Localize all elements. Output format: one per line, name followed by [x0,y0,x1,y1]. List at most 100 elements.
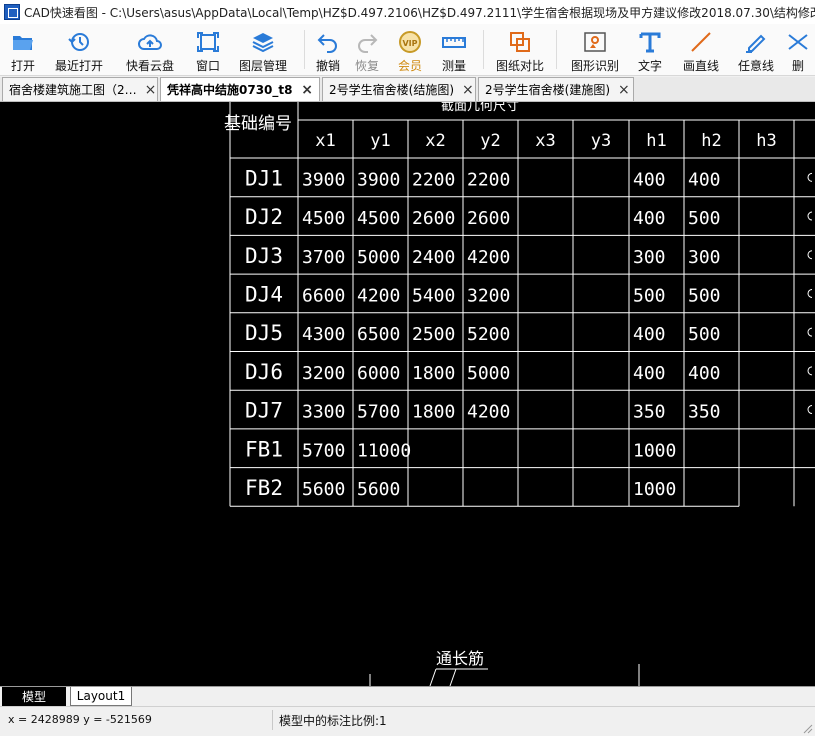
layers-icon [252,33,274,53]
foundation-id: DJ6 [245,360,283,384]
cad-drawing: 截面几何尺寸基础编号 x1 y1 x2 y2 x3 y3 h1 h2 h3 DJ1 3900 3900 2… [224,102,815,686]
compare-label: 图纸对比 [495,59,544,73]
dimension-value: 350 [688,402,721,423]
open-label: 打开 [10,59,35,73]
toolbar-divider [556,30,557,69]
cloud-label: 快看云盘 [125,59,174,73]
vip-label: 会员 [397,59,422,73]
tab-dorm2-structure[interactable]: 2号学生宿舍楼(结施图) × [322,77,476,101]
foundation-id: DJ7 [245,399,283,423]
column-header: y1 [370,131,390,151]
dimension-value: 5700 [302,440,345,461]
recent-button[interactable]: 最近打开 [46,24,112,75]
dimension-value: 350 [633,402,666,423]
dimension-value: 2200 [412,169,455,190]
title-bar: CAD快速看图 - C:\Users\asus\AppData\Local\Te… [0,0,815,24]
dimension-value: 5700 [357,402,400,423]
window-button[interactable]: 窗口 [188,24,228,75]
layers-button[interactable]: 图层管理 [228,24,298,75]
foundation-id: DJ3 [245,244,283,268]
foundation-id: DJ5 [245,321,283,345]
freehand-button[interactable]: 任意线 [729,24,783,75]
vip-button[interactable]: VIP 会员 [389,24,431,75]
delete-button[interactable]: 删 [783,24,813,75]
tab-model[interactable]: 模型 [2,687,66,706]
annotation-scale: 模型中的标注比例:1 [279,714,387,728]
status-bar: x = 2428989 y = -521569 模型中的标注比例:1 [0,706,815,736]
recognize-button[interactable]: 图形识别 [563,24,627,75]
drawing-canvas[interactable]: 截面几何尺寸 基础编号 x1 y1 x2 y2 x3 y3 h1 h2 h3 DJ1 3900 3900 2… [0,102,815,686]
close-icon[interactable]: × [145,82,157,98]
column-header: y3 [591,131,611,151]
resize-grip-icon[interactable] [803,724,813,734]
compare-icon [510,32,530,52]
dimension-value: 300 [688,247,721,268]
tab-pingxiang-structure[interactable]: 凭祥高中结施0730_t8 × [160,77,320,101]
tab-dorm2-architecture[interactable]: 2号学生宿舍楼(建施图) × [478,77,634,101]
layers-label: 图层管理 [238,59,287,73]
tab-label: 宿舍楼建筑施工图（2… [9,83,137,97]
foundation-id: DJ4 [245,282,283,306]
layout-tabs-bar: 模型 Layout1 [0,686,815,706]
foundation-id: FB1 [245,437,283,461]
dimension-value: 3300 [302,402,345,423]
close-icon[interactable]: × [301,82,313,98]
dimension-value: 400 [633,169,666,190]
dimension-value: 4200 [467,247,510,268]
dimension-value: 4500 [357,208,400,229]
pen-icon [746,34,766,53]
draw-line-button[interactable]: 画直线 [673,24,729,75]
measure-button[interactable]: 测量 [431,24,477,75]
dimension-value: 400 [633,208,666,229]
dimension-value: 400 [633,324,666,345]
close-icon[interactable]: × [462,82,474,98]
undo-button[interactable]: 撤销 [311,24,345,75]
dimension-value: 4200 [357,285,400,306]
ruler-icon [442,37,466,48]
dimension-value: 400 [633,363,666,384]
dimension-value: 6600 [302,285,345,306]
column-header: x2 [425,131,445,151]
text-button[interactable]: 文字 [627,24,673,75]
history-icon [68,33,89,51]
dimension-value: 5400 [412,285,455,306]
close-icon[interactable]: × [618,82,630,98]
cloud-button[interactable]: 快看云盘 [112,24,188,75]
dimension-value: 5600 [357,479,400,500]
dimension-value: 5200 [467,324,510,345]
tab-dorm-architecture[interactable]: 宿舍楼建筑施工图（2… × [2,77,158,101]
dimension-value: 11000 [357,440,411,461]
recent-label: 最近打开 [54,59,103,73]
table-section-header: 截面几何尺寸 [441,102,519,114]
measure-label: 测量 [441,59,466,73]
foundation-id: DJ1 [245,166,283,190]
text-label: 文字 [637,59,662,73]
dimension-value: 4200 [467,402,510,423]
dimension-value: 4500 [302,208,345,229]
compare-button[interactable]: 图纸对比 [490,24,550,75]
dimension-value: 2200 [467,169,510,190]
dimension-value: 6500 [357,324,400,345]
open-button[interactable]: 打开 [0,24,46,75]
window-label: 窗口 [195,59,220,73]
dimension-value: 3200 [302,363,345,384]
document-tabs: 宿舍楼建筑施工图（2… × 凭祥高中结施0730_t8 × 2号学生宿舍楼(结施… [0,77,815,102]
dimension-value: 1800 [412,363,455,384]
dimension-value: 500 [688,324,721,345]
dimension-value: 2500 [412,324,455,345]
status-divider [272,710,273,730]
text-icon [639,32,661,53]
dimension-value: 1000 [633,479,676,500]
tab-layout1[interactable]: Layout1 [70,687,132,706]
dimension-value: 5000 [467,363,510,384]
table-id-header: 基础编号 [224,114,292,134]
freehand-label: 任意线 [737,59,774,73]
redo-label: 恢复 [354,59,379,73]
dimension-value: 3200 [467,285,510,306]
undo-label: 撤销 [315,59,340,73]
foundation-id: FB2 [245,476,283,500]
tab-label: 2号学生宿舍楼(结施图) [329,83,454,97]
draw-line-label: 画直线 [682,59,719,73]
dimension-value: 3900 [302,169,345,190]
redo-button[interactable]: 恢复 [345,24,389,75]
